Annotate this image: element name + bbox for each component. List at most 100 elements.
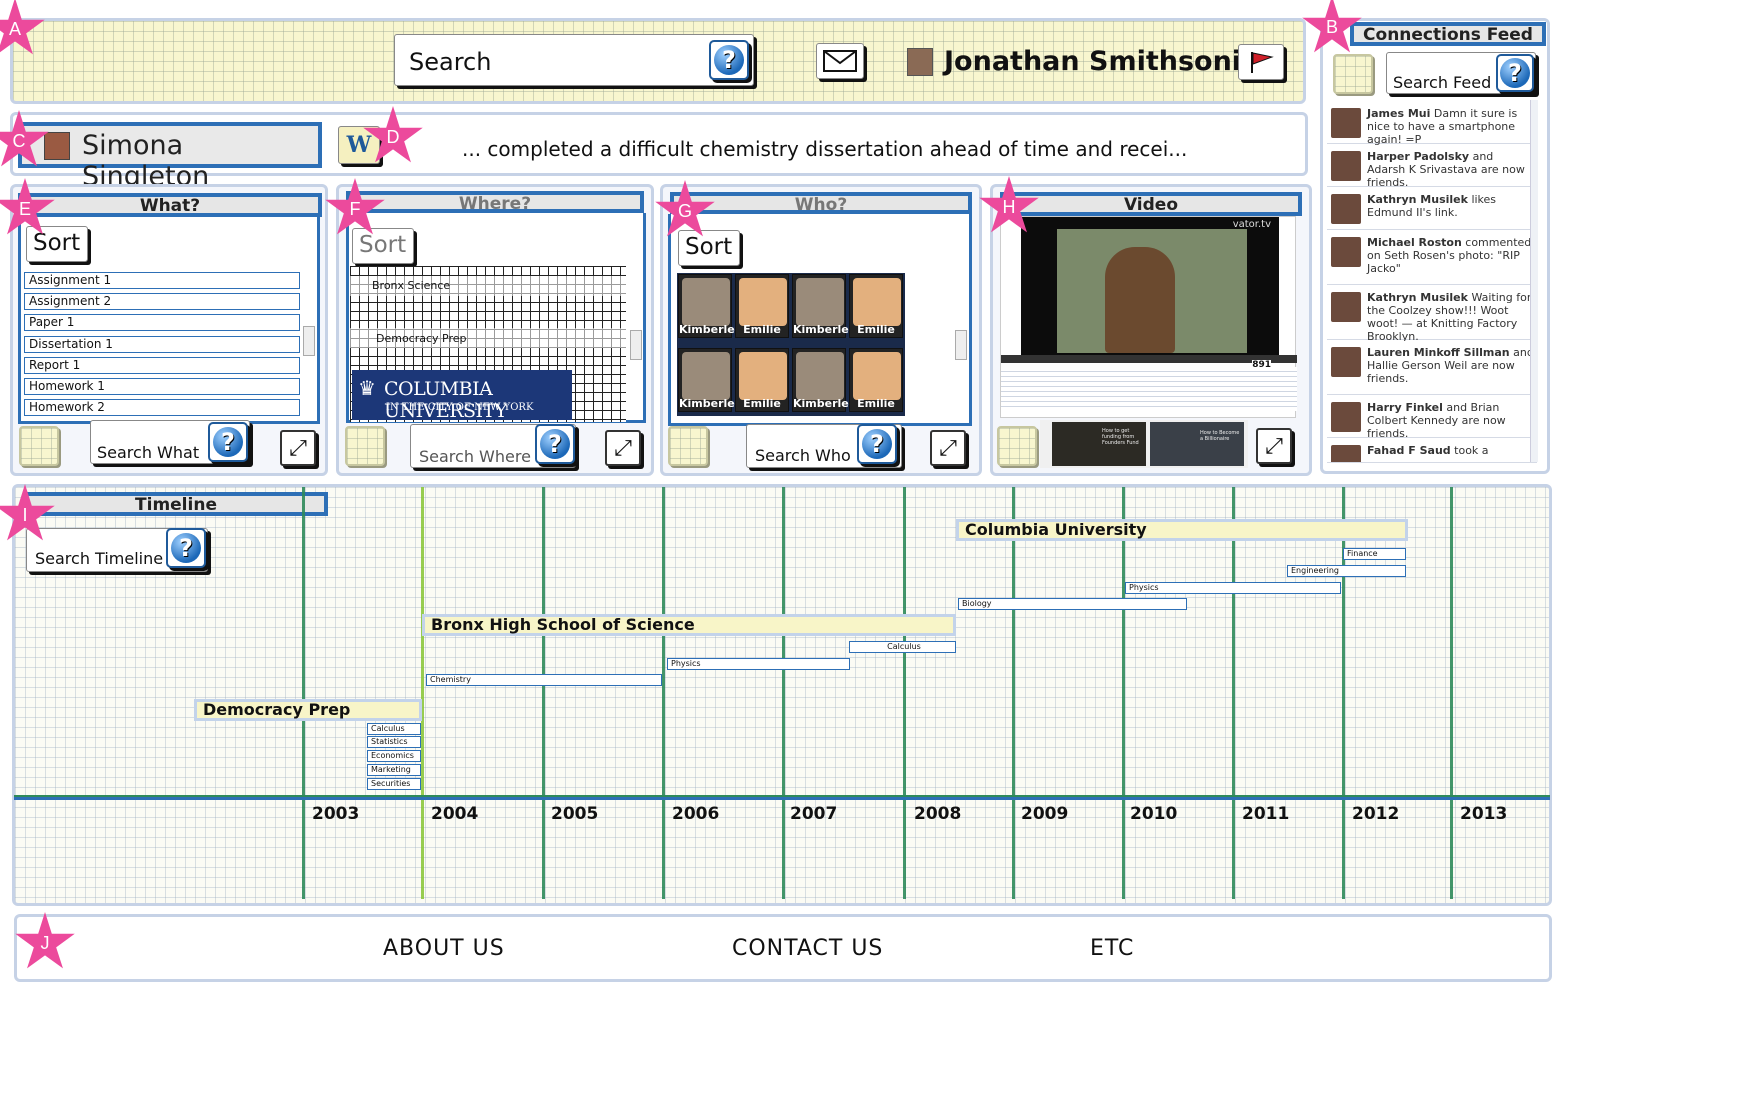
school-bar-columbia[interactable]: Columbia University [956, 519, 1408, 541]
list-item[interactable]: Assignment 1 [24, 272, 300, 289]
footer-link-about[interactable]: ABOUT US [383, 936, 505, 961]
who-expand-button[interactable]: ⤢ [930, 430, 966, 466]
course-bar[interactable]: Calculus [849, 641, 956, 653]
feed-item-name[interactable]: Lauren Minkoff Sillman [1367, 346, 1510, 359]
what-grid-button[interactable] [19, 426, 59, 466]
video-thumbnail[interactable]: How to Become a Billionaire [1150, 422, 1244, 466]
global-search-box[interactable]: Search [394, 34, 754, 86]
course-bar[interactable]: Statistics [367, 736, 421, 748]
year-label[interactable]: 2005 [551, 804, 598, 824]
footer-link-contact[interactable]: CONTACT US [732, 936, 883, 961]
what-sort-button[interactable]: Sort [26, 226, 88, 262]
person-tile[interactable]: Emilie [735, 274, 789, 338]
who-help-button[interactable]: ? [857, 424, 897, 464]
year-label[interactable]: 2009 [1021, 804, 1068, 824]
feed-item[interactable]: Lauren Minkoff Sillman and Hallie Gerson… [1327, 341, 1537, 395]
feed-item[interactable]: Fahad F Saud took a [1327, 439, 1537, 463]
course-bar[interactable]: Physics [667, 658, 850, 670]
who-sort-button[interactable]: Sort [678, 230, 740, 266]
course-bar[interactable]: Economics [367, 750, 421, 762]
where-help-button[interactable]: ? [535, 424, 575, 464]
course-bar[interactable]: Chemistry [426, 674, 662, 686]
year-label[interactable]: 2006 [672, 804, 719, 824]
messages-button[interactable] [816, 43, 864, 79]
video-frame[interactable]: vator.tv [1021, 217, 1279, 355]
person-tile[interactable]: Emilie [735, 348, 789, 412]
school-bar-democracy[interactable]: Democracy Prep [194, 699, 422, 721]
person-tile[interactable]: Kimberley [678, 274, 742, 338]
course-bar[interactable]: Biology [958, 598, 1187, 610]
list-item[interactable]: Homework 2 [24, 399, 300, 416]
notifications-button[interactable] [1238, 44, 1284, 80]
person-tile[interactable]: Emilie [849, 348, 903, 412]
avatar [1331, 347, 1361, 377]
course-bar[interactable]: Finance [1343, 548, 1406, 560]
who-scrollbar[interactable] [955, 330, 967, 360]
footer-link-etc[interactable]: ETC [1090, 936, 1134, 961]
person-tile[interactable]: Kimberley [678, 348, 742, 412]
list-item[interactable]: Dissertation 1 [24, 336, 300, 353]
feed-item[interactable]: Harry Finkel and Brian Colbert Kennedy a… [1327, 396, 1537, 440]
course-bar[interactable]: Securities [367, 778, 421, 790]
year-label[interactable]: 2011 [1242, 804, 1289, 824]
course-bar[interactable]: Calculus [367, 723, 421, 735]
course-bar[interactable]: Engineering [1287, 565, 1406, 577]
list-item[interactable]: Assignment 2 [24, 293, 300, 310]
feed-scrollbar[interactable] [1530, 100, 1538, 462]
feed-item-name[interactable]: Kathryn Musilek [1367, 193, 1468, 206]
video-player[interactable]: vator.tv 891 [1000, 216, 1297, 418]
year-label[interactable]: 2007 [790, 804, 837, 824]
what-expand-button[interactable]: ⤢ [280, 430, 316, 466]
year-label[interactable]: 2008 [914, 804, 961, 824]
where-expand-button[interactable]: ⤢ [605, 430, 641, 466]
feed-item[interactable]: Harper Padolsky and Adarsh K Srivastava … [1327, 145, 1537, 189]
where-scrollbar[interactable] [630, 330, 642, 360]
where-sort-button[interactable]: Sort [352, 228, 414, 264]
year-label[interactable]: 2004 [431, 804, 478, 824]
year-label[interactable]: 2010 [1130, 804, 1177, 824]
list-item[interactable]: Bronx Science [350, 276, 626, 296]
feed-item-name[interactable]: Harry Finkel [1367, 401, 1443, 414]
course-bar[interactable]: Marketing [367, 764, 421, 776]
list-item[interactable]: Report 1 [24, 357, 300, 374]
user-name[interactable]: Jonathan Smithsonian [944, 46, 1279, 77]
feed-item[interactable]: Kathryn Musilek likes Edmund II's link. [1327, 188, 1537, 230]
feed-item-name[interactable]: Kathryn Musilek [1367, 291, 1468, 304]
video-grid-button[interactable] [997, 426, 1037, 466]
person-tile[interactable]: Kimberley [792, 274, 856, 338]
feed-item-name[interactable]: James Mui [1367, 107, 1430, 120]
feed-item-name[interactable]: Fahad F Saud [1367, 444, 1451, 457]
video-thumbnail[interactable]: How to get funding from Founders Fund [1052, 422, 1146, 466]
feed-item-text: took a [1454, 444, 1489, 457]
feed-grid-button[interactable] [1333, 54, 1373, 94]
feed-item[interactable]: Michael Roston commented on Seth Rosen's… [1327, 231, 1537, 285]
user-avatar[interactable] [907, 48, 933, 76]
list-item[interactable]: Democracy Prep [350, 328, 626, 348]
person-photo [682, 352, 730, 400]
global-search-help-button[interactable]: ? [709, 40, 749, 80]
list-item[interactable]: Paper 1 [24, 314, 300, 331]
person-name: Kimberley [793, 323, 856, 336]
profile-name-box[interactable]: Simona Singleton [18, 122, 322, 192]
columbia-logo[interactable]: COLUMBIA UNIVERSITY IN THE CITY OF NEW Y… [352, 370, 572, 422]
what-scrollbar[interactable] [303, 326, 315, 356]
feed-help-button[interactable]: ? [1496, 54, 1534, 92]
feed-item-name[interactable]: Michael Roston [1367, 236, 1462, 249]
feed-item[interactable]: James Mui Damn it sure is nice to have a… [1327, 102, 1537, 146]
person-tile[interactable]: Kimberley [792, 348, 856, 412]
year-label[interactable]: 2003 [312, 804, 359, 824]
course-bar[interactable]: Physics [1125, 582, 1341, 594]
year-label[interactable]: 2012 [1352, 804, 1399, 824]
what-help-button[interactable]: ? [208, 422, 248, 462]
feed-item-name[interactable]: Harper Padolsky [1367, 150, 1469, 163]
list-item[interactable]: Homework 1 [24, 378, 300, 395]
school-bar-bronx[interactable]: Bronx High School of Science [422, 614, 956, 636]
year-label[interactable]: 2013 [1460, 804, 1507, 824]
expand-icon: ⤢ [614, 435, 632, 461]
video-expand-button[interactable]: ⤢ [1256, 428, 1292, 464]
feed-item[interactable]: Kathryn Musilek Waiting for the Coolzey … [1327, 286, 1537, 343]
who-grid-button[interactable] [668, 426, 708, 466]
where-grid-button[interactable] [345, 426, 385, 466]
timeline-help-button[interactable]: ? [166, 528, 206, 568]
person-tile[interactable]: Emilie [849, 274, 903, 338]
